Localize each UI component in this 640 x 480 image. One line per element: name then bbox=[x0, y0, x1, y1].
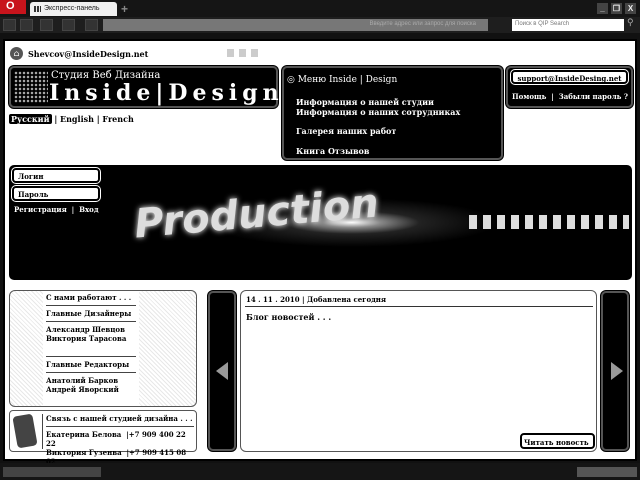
designers-heading: Главные Дизайнеры bbox=[46, 309, 132, 318]
support-box: support@InsideDesing.net Помощь | Забыли… bbox=[506, 66, 633, 108]
logo-box: Студия Веб Дизайна Inside|Design bbox=[9, 66, 279, 108]
prev-news-button[interactable] bbox=[208, 291, 236, 451]
contact-title: Связь с нашей студией дизайна . . . bbox=[46, 414, 193, 423]
arrow-left-icon bbox=[216, 362, 228, 380]
lang-french[interactable]: French bbox=[102, 114, 133, 124]
search-input[interactable]: Поиск в QIP Search bbox=[512, 19, 624, 31]
staff-title: С нами работают . . . bbox=[46, 293, 132, 302]
editor-name: Андрей Яворский bbox=[46, 385, 119, 394]
password-input[interactable]: Пароль bbox=[12, 186, 100, 201]
restore-button[interactable]: ❐ bbox=[611, 3, 622, 14]
social-icons[interactable] bbox=[227, 49, 261, 57]
menu-item-studio[interactable]: Информация о нашей студии bbox=[296, 97, 434, 107]
new-tab-button[interactable]: + bbox=[121, 2, 128, 16]
contact-name: Екатерина Белова bbox=[46, 430, 122, 439]
logo-pattern-icon bbox=[14, 71, 48, 103]
zoom-control[interactable] bbox=[577, 467, 637, 477]
forgot-password-link[interactable]: Забыли пароль ? bbox=[559, 92, 628, 101]
browser-status-bar bbox=[0, 463, 640, 480]
forward-button[interactable] bbox=[20, 19, 33, 31]
contact-info: Связь с нашей студией дизайна . . . Екат… bbox=[46, 414, 194, 466]
help-link[interactable]: Помощь bbox=[512, 92, 546, 101]
tab-speed-dial[interactable]: Экспресс-панель bbox=[30, 2, 117, 16]
back-button[interactable] bbox=[3, 19, 16, 31]
menu-item-gallery[interactable]: Галерея наших работ bbox=[296, 126, 396, 136]
banner-production-text: Production bbox=[132, 180, 381, 248]
home-icon[interactable]: ⌂ bbox=[10, 47, 23, 60]
logo-title: Inside|Design bbox=[49, 80, 284, 106]
phone-icon bbox=[12, 413, 38, 449]
news-title: Блог новостей . . . bbox=[246, 312, 332, 322]
language-switcher: Русский | English | French bbox=[9, 114, 134, 124]
auth-links: Регистрация | Вход bbox=[14, 205, 99, 214]
lang-russian[interactable]: Русский bbox=[9, 114, 52, 124]
register-link[interactable]: Регистрация bbox=[14, 205, 67, 214]
menu-title: ◎ Меню Inside | Design bbox=[287, 75, 398, 85]
lang-english[interactable]: English bbox=[60, 114, 94, 124]
menu-item-staff[interactable]: Информация о наших сотрудниках bbox=[296, 107, 460, 117]
enter-link[interactable]: Вход bbox=[79, 205, 98, 214]
contact-name: Виктория Гузенва bbox=[46, 448, 122, 457]
rewind-button[interactable] bbox=[40, 19, 53, 31]
home-button[interactable] bbox=[85, 19, 98, 31]
menu-item-reviews[interactable]: Книга Отзывов bbox=[296, 146, 369, 156]
opera-menu-button[interactable]: O bbox=[0, 0, 26, 14]
search-icon[interactable]: ⚲ bbox=[627, 18, 634, 28]
arrow-right-icon bbox=[611, 362, 623, 380]
support-links: Помощь | Забыли пароль ? bbox=[512, 92, 628, 101]
address-bar[interactable]: Введите адрес или запрос для поиска bbox=[103, 19, 488, 31]
news-panel: 14 . 11 . 2010 | Добавлена сегодня Блог … bbox=[240, 290, 597, 452]
main-menu: ◎ Меню Inside | Design Информация о наше… bbox=[282, 66, 503, 160]
minimize-button[interactable]: _ bbox=[597, 3, 608, 14]
support-email[interactable]: support@InsideDesing.net bbox=[511, 70, 628, 84]
banner-decoration bbox=[469, 215, 629, 229]
next-news-button[interactable] bbox=[601, 291, 629, 451]
editor-name: Анатолий Барков bbox=[46, 376, 119, 385]
read-news-button[interactable]: Читать новость bbox=[520, 433, 595, 449]
news-date: 14 . 11 . 2010 | Добавлена сегодня bbox=[246, 295, 387, 304]
contact-panel: Связь с нашей студией дизайна . . . Екат… bbox=[9, 410, 197, 466]
header-email[interactable]: Shevcov@InsideDesign.net bbox=[28, 49, 148, 59]
designer-name: Александр Шевцов bbox=[46, 325, 125, 334]
designer-name: Виктория Тарасова bbox=[46, 334, 127, 343]
close-button[interactable]: X bbox=[625, 3, 636, 14]
login-input[interactable]: Логин bbox=[12, 168, 100, 183]
reload-button[interactable] bbox=[62, 19, 75, 31]
editors-heading: Главные Редакторы bbox=[46, 360, 130, 369]
staff-panel: С нами работают . . . Главные Дизайнеры … bbox=[9, 290, 197, 407]
status-controls[interactable] bbox=[3, 467, 101, 477]
banner: Production bbox=[9, 165, 632, 280]
